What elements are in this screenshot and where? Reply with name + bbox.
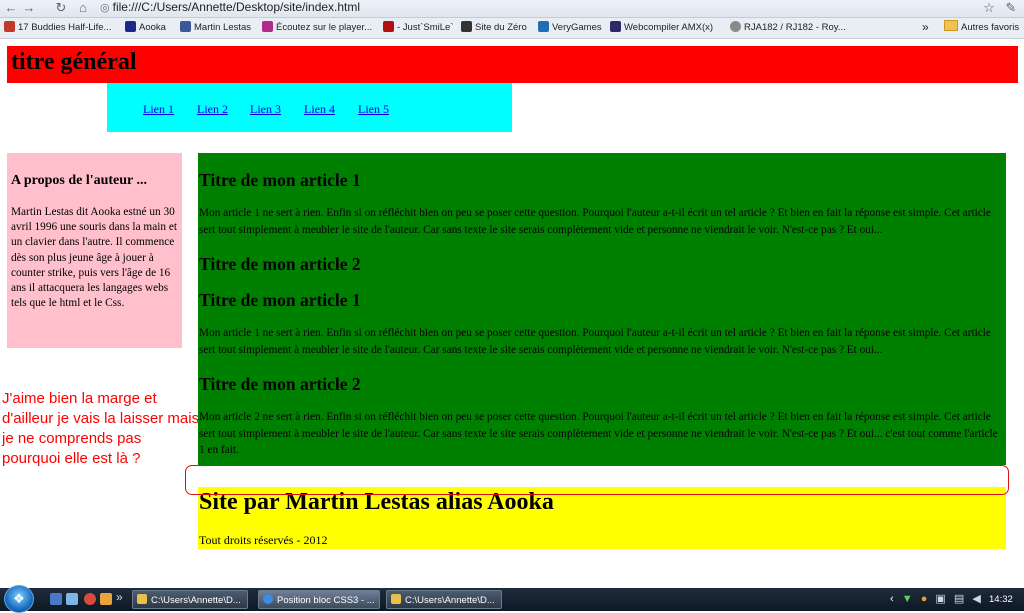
bookmarks-overflow-button[interactable]: » bbox=[922, 18, 929, 36]
quicklaunch-overflow-button[interactable]: » bbox=[116, 590, 123, 604]
back-arrow-icon[interactable]: ← bbox=[2, 0, 20, 16]
article-title: Titre de mon article 1 bbox=[199, 290, 361, 310]
bookmark-favicon-icon bbox=[180, 21, 191, 32]
system-tray: ‹ ▼ ● ▣ ▤ ◀ bbox=[890, 588, 986, 611]
aside-text: Martin Lestas dit Aooka estné un 30 avri… bbox=[11, 206, 177, 310]
bookmark-star-icon[interactable]: ☆ bbox=[980, 0, 998, 16]
bookmark-favicon-icon bbox=[461, 21, 472, 32]
bookmark-favicon-icon bbox=[610, 21, 621, 32]
article-title: Titre de mon article 1 bbox=[199, 170, 361, 190]
bookmark-item[interactable]: Aooka bbox=[125, 18, 166, 38]
bookmark-item[interactable]: RJA182 / RJ182 - Roy... bbox=[730, 18, 846, 38]
page-header: titre général bbox=[7, 46, 1018, 83]
margin-annotation: J'aime bien la marge et d'ailleur je vai… bbox=[2, 390, 200, 467]
bookmark-item[interactable]: Webcompiler AMX(x) bbox=[610, 18, 713, 38]
home-icon[interactable]: ⌂ bbox=[74, 0, 92, 16]
footer-copyright: Tout droits réservés - 2012 bbox=[199, 533, 328, 547]
page-title: titre général bbox=[11, 49, 137, 75]
bookmark-favicon-icon bbox=[383, 21, 394, 32]
bookmark-favicon-icon bbox=[538, 21, 549, 32]
margin-highlight-annotation bbox=[185, 465, 1009, 495]
other-bookmarks-folder[interactable]: Autres favoris bbox=[944, 18, 1019, 38]
network-icon[interactable]: ▣ bbox=[935, 593, 945, 605]
taskbar-clock[interactable]: 14:32 bbox=[989, 588, 1013, 611]
folder-icon bbox=[391, 594, 401, 604]
bookmarks-bar: 17 Buddies Half-Life... Aooka Martin Les… bbox=[0, 18, 1024, 39]
folder-icon bbox=[944, 20, 958, 31]
page-footer: Site par Martin Lestas alias Aooka Tout … bbox=[198, 487, 1006, 549]
article-title: Titre de mon article 2 bbox=[199, 374, 361, 394]
tray-app-icon[interactable]: ● bbox=[921, 593, 928, 605]
volume-icon[interactable]: ◀ bbox=[972, 593, 980, 605]
articles-section: Titre de mon article 1 Mon article 1 ne … bbox=[198, 153, 1006, 465]
quicklaunch-icon[interactable] bbox=[100, 593, 112, 605]
windows-taskbar: ❖ » C:\Users\Annette\D... Position bloc … bbox=[0, 585, 1024, 613]
chrome-icon[interactable] bbox=[84, 593, 96, 605]
browser-toolbar: ← → ↻ ⌂ ◎ file:///C:/Users/Annette/Deskto… bbox=[0, 0, 1024, 18]
task-button[interactable]: C:\Users\Annette\D... bbox=[386, 590, 502, 609]
address-bar[interactable]: ◎ file:///C:/Users/Annette/Desktop/site/i… bbox=[100, 0, 960, 15]
bookmark-item[interactable]: 17 Buddies Half-Life... bbox=[4, 18, 111, 38]
show-desktop-icon[interactable] bbox=[50, 593, 62, 605]
author-aside: A propos de l'auteur ... Martin Lestas d… bbox=[7, 153, 182, 348]
bookmark-favicon-icon bbox=[730, 21, 741, 32]
article-title: Titre de mon article 2 bbox=[199, 254, 361, 274]
bookmark-item[interactable]: - Just`SmiLe` bbox=[383, 18, 453, 38]
article-text: Mon article 1 ne sert à rien. Enfin si o… bbox=[199, 327, 991, 356]
chrome-icon bbox=[263, 594, 273, 604]
page-icon: ◎ bbox=[100, 2, 110, 14]
bookmark-favicon-icon bbox=[262, 21, 273, 32]
forward-arrow-icon[interactable]: → bbox=[20, 0, 38, 16]
article-text: Mon article 2 ne sert à rien. Enfin si o… bbox=[199, 411, 998, 456]
nav-link-2[interactable]: Lien 2 bbox=[197, 102, 228, 117]
bookmark-favicon-icon bbox=[125, 21, 136, 32]
nav-link-1[interactable]: Lien 1 bbox=[143, 102, 174, 117]
task-button-active[interactable]: Position bloc CSS3 - ... bbox=[258, 590, 380, 609]
task-button[interactable]: C:\Users\Annette\D... bbox=[132, 590, 248, 609]
bookmark-item[interactable]: Écoutez sur le player... bbox=[262, 18, 372, 38]
tray-expand-button[interactable]: ‹ bbox=[890, 593, 894, 605]
wrench-menu-icon[interactable]: ✎ bbox=[1002, 0, 1020, 16]
nav-link-3[interactable]: Lien 3 bbox=[250, 102, 281, 117]
bookmark-favicon-icon bbox=[4, 21, 15, 32]
nav-menu: Lien 1 Lien 2 Lien 3 Lien 4 Lien 5 bbox=[107, 83, 512, 132]
article-text: Mon article 1 ne sert à rien. Enfin si o… bbox=[199, 207, 991, 236]
start-button[interactable]: ❖ bbox=[4, 585, 34, 613]
bookmark-item[interactable]: Martin Lestas bbox=[180, 18, 251, 38]
nav-link-5[interactable]: Lien 5 bbox=[358, 102, 389, 117]
action-center-icon[interactable]: ▤ bbox=[954, 593, 964, 605]
folder-icon bbox=[137, 594, 147, 604]
reload-icon[interactable]: ↻ bbox=[52, 0, 70, 16]
bookmark-item[interactable]: Site du Zéro bbox=[461, 18, 527, 38]
tray-download-icon[interactable]: ▼ bbox=[902, 593, 913, 605]
address-url: file:///C:/Users/Annette/Desktop/site/in… bbox=[112, 0, 361, 14]
explorer-icon[interactable] bbox=[66, 593, 78, 605]
nav-link-4[interactable]: Lien 4 bbox=[304, 102, 335, 117]
bookmark-item[interactable]: VeryGames bbox=[538, 18, 602, 38]
aside-title: A propos de l'auteur ... bbox=[11, 173, 148, 188]
